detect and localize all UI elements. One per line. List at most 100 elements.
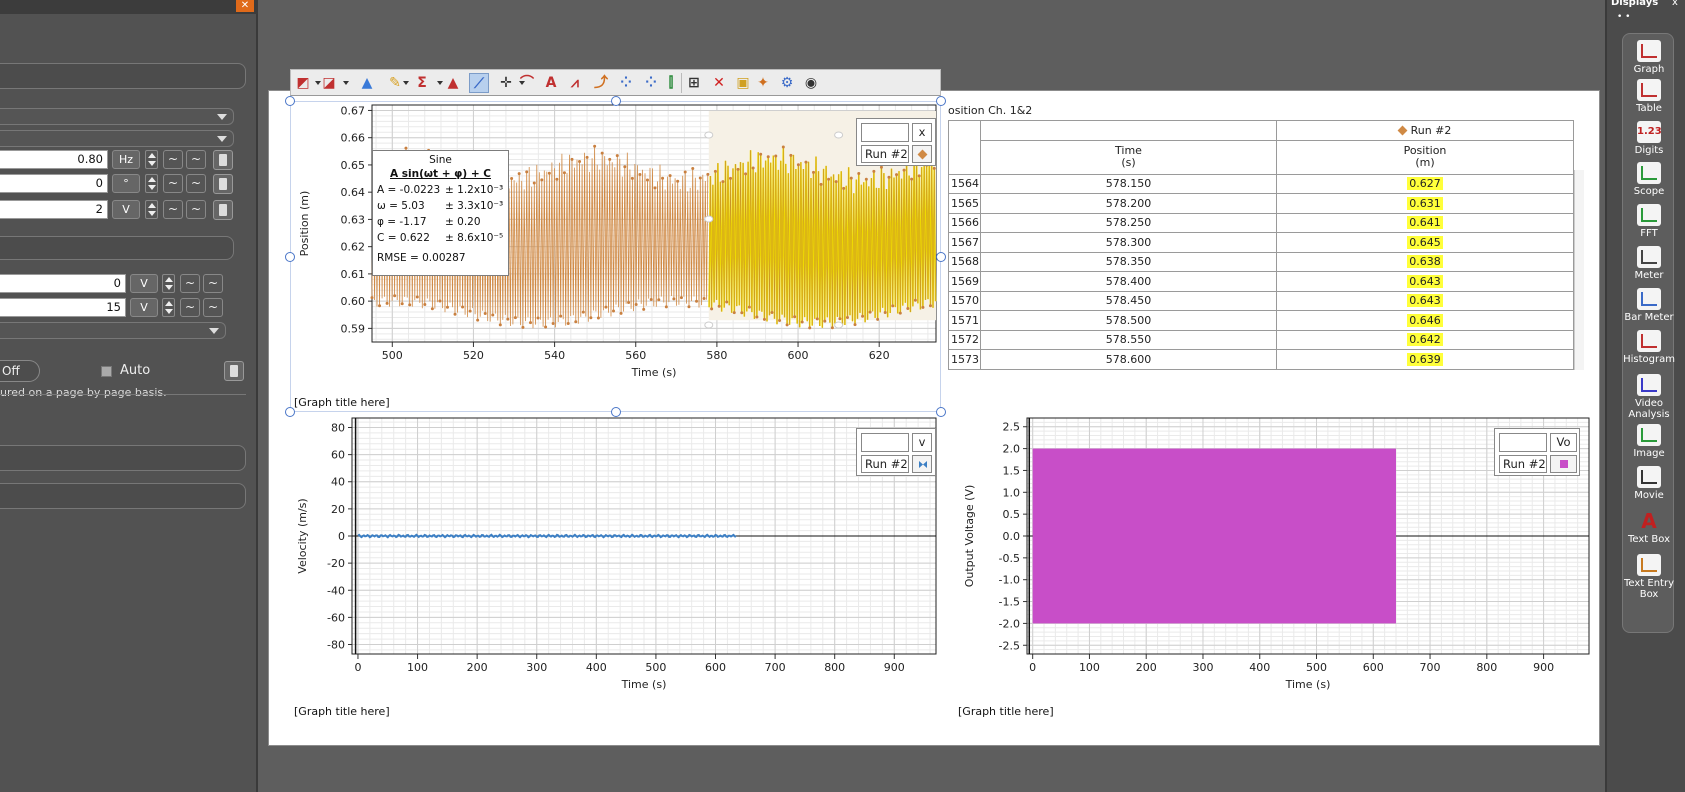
position-column-header[interactable]: Position (m) [1276, 139, 1574, 175]
sweep-icon[interactable]: ~ [186, 150, 206, 169]
panel-section[interactable] [0, 63, 246, 89]
area-icon[interactable]: ▲ [443, 73, 463, 93]
position-cell[interactable]: 0.638 [1276, 251, 1574, 272]
legend-filter-input[interactable] [1499, 433, 1547, 452]
sweep-icon[interactable]: ~ [203, 274, 223, 293]
table-row[interactable]: 1569 578.400 0.643 [948, 271, 1574, 292]
table-row[interactable]: 1565 578.200 0.631 [948, 193, 1574, 214]
chevron-down-icon[interactable] [343, 81, 349, 85]
visibility-icon[interactable]: ◉ [801, 73, 821, 93]
sweep-icon[interactable]: ~ [186, 200, 206, 219]
position-cell[interactable]: 0.631 [1276, 193, 1574, 214]
highlighter-icon[interactable]: ✎ [385, 73, 405, 93]
position-cell[interactable]: 0.639 [1276, 349, 1574, 370]
time-cell[interactable]: 578.600 [980, 349, 1277, 370]
chevron-down-icon[interactable] [315, 81, 321, 85]
amplitude-stepper[interactable] [145, 200, 158, 219]
palette-item-text-box[interactable]: A Text Box [1623, 510, 1675, 545]
time-cell[interactable]: 578.500 [980, 310, 1277, 331]
increment-icon[interactable]: ~ [163, 150, 183, 169]
increment-icon[interactable]: ~ [163, 174, 183, 193]
palette-item-text-entry-box[interactable]: Text Entry Box [1623, 554, 1675, 600]
frequency-unit[interactable]: Hz [112, 150, 140, 169]
voltage-limit-stepper[interactable] [162, 298, 175, 317]
frequency-input[interactable]: 0.80 [0, 150, 108, 169]
auto-checkbox[interactable] [101, 366, 112, 377]
offset-input[interactable]: 0 [0, 274, 126, 293]
offset-stepper[interactable] [162, 274, 175, 293]
time-cell[interactable]: 578.550 [980, 329, 1277, 350]
amplitude-input[interactable]: 2 [0, 200, 108, 219]
duplicate-icon[interactable]: ▣ [733, 73, 753, 93]
resize-handle[interactable] [936, 252, 946, 262]
palette-item-bar-meter[interactable]: Bar Meter [1623, 288, 1675, 323]
time-cell[interactable]: 578.300 [980, 232, 1277, 253]
palette-item-graph[interactable]: Graph [1623, 40, 1675, 75]
voltage-legend[interactable]: Vo Run #2 [1494, 428, 1580, 476]
off-button[interactable]: Off [0, 360, 40, 382]
time-cell[interactable]: 578.450 [980, 290, 1277, 311]
time-cell[interactable]: 578.150 [980, 173, 1277, 194]
add-point-icon[interactable]: ⁘ [616, 73, 636, 93]
position-cell[interactable]: 0.642 [1276, 329, 1574, 350]
calculated-data-icon[interactable]: ⫿ [661, 73, 681, 93]
coordinates-icon[interactable]: ✛ [496, 73, 516, 93]
output-select[interactable] [0, 130, 234, 147]
table-row[interactable]: 1566 578.250 0.641 [948, 212, 1574, 233]
amplitude-unit[interactable]: V [112, 200, 140, 219]
position-cell[interactable]: 0.645 [1276, 232, 1574, 253]
time-cell[interactable]: 578.200 [980, 193, 1277, 214]
position-cell[interactable]: 0.643 [1276, 271, 1574, 292]
position-graph-title[interactable]: [Graph title here] [294, 396, 390, 409]
voltage-graph-title[interactable]: [Graph title here] [958, 705, 1054, 718]
settings-icon[interactable]: ⚙ [777, 73, 797, 93]
palette-item-table[interactable]: Table [1623, 79, 1675, 114]
velocity-graph-title[interactable]: [Graph title here] [294, 705, 390, 718]
offset-unit[interactable]: V [130, 274, 158, 293]
palette-item-fft[interactable]: FFT [1623, 204, 1675, 239]
table-row[interactable]: 1571 578.500 0.646 [948, 310, 1574, 331]
annotation-icon[interactable]: A [541, 73, 561, 93]
position-legend[interactable]: x Run #2 [856, 118, 936, 166]
position-cell[interactable]: 0.646 [1276, 310, 1574, 331]
voltage-limit-input[interactable]: 15 [0, 298, 126, 317]
close-icon[interactable]: x [1672, 0, 1678, 8]
table-row[interactable]: 1570 578.450 0.643 [948, 290, 1574, 311]
remove-point-icon[interactable]: ⁘ [641, 73, 661, 93]
phase-input[interactable]: 0 [0, 174, 108, 193]
select-region-icon[interactable]: ⊞ [684, 73, 704, 93]
sweep-icon[interactable]: ~ [186, 174, 206, 193]
calculator-icon[interactable] [213, 174, 233, 194]
palette-item-meter[interactable]: Meter [1623, 246, 1675, 281]
table-row[interactable]: 1573 578.600 0.639 [948, 349, 1574, 370]
palette-item-image[interactable]: Image [1623, 424, 1675, 459]
graph-layout-icon[interactable]: ◪ [319, 73, 339, 93]
position-cell[interactable]: 0.641 [1276, 212, 1574, 233]
time-column-header[interactable]: Time (s) [980, 139, 1277, 175]
panel-section[interactable] [0, 236, 234, 260]
curve-fit-icon[interactable]: ⟋ [469, 73, 489, 93]
calculator-icon[interactable] [213, 150, 233, 170]
palette-grip[interactable]: • • [1617, 12, 1630, 22]
calculator-icon[interactable] [224, 361, 244, 381]
curve-fit-box[interactable]: Sine A sin(ωt + φ) + C A = -0.0223 ± 1.2… [372, 150, 509, 276]
palette-item-scope[interactable]: Scope [1623, 162, 1675, 197]
resize-handle[interactable] [936, 407, 946, 417]
palette-item-histogram[interactable]: Histogram [1623, 330, 1675, 365]
time-cell[interactable]: 578.350 [980, 251, 1277, 272]
chevron-down-icon[interactable] [519, 81, 525, 85]
panel-section[interactable] [0, 483, 246, 509]
smooth-icon[interactable]: ⩘ [565, 73, 585, 93]
calculator-icon[interactable] [213, 200, 233, 220]
legend-filter-input[interactable] [861, 433, 909, 452]
statistics-icon[interactable]: Σ [412, 73, 432, 93]
increment-icon[interactable]: ~ [180, 298, 200, 317]
table-title[interactable]: osition Ch. 1&2 [948, 104, 1032, 117]
increment-icon[interactable]: ~ [180, 274, 200, 293]
close-icon[interactable]: ✕ [236, 0, 254, 12]
phase-stepper[interactable] [145, 174, 158, 193]
table-scrollbar[interactable] [1574, 170, 1584, 370]
phase-unit[interactable]: ° [112, 174, 140, 193]
data-table[interactable]: Run #2 Time (s) Position (m) 1564 578.150 0.… [948, 120, 1574, 370]
run-header[interactable]: Run #2 [1276, 120, 1574, 141]
